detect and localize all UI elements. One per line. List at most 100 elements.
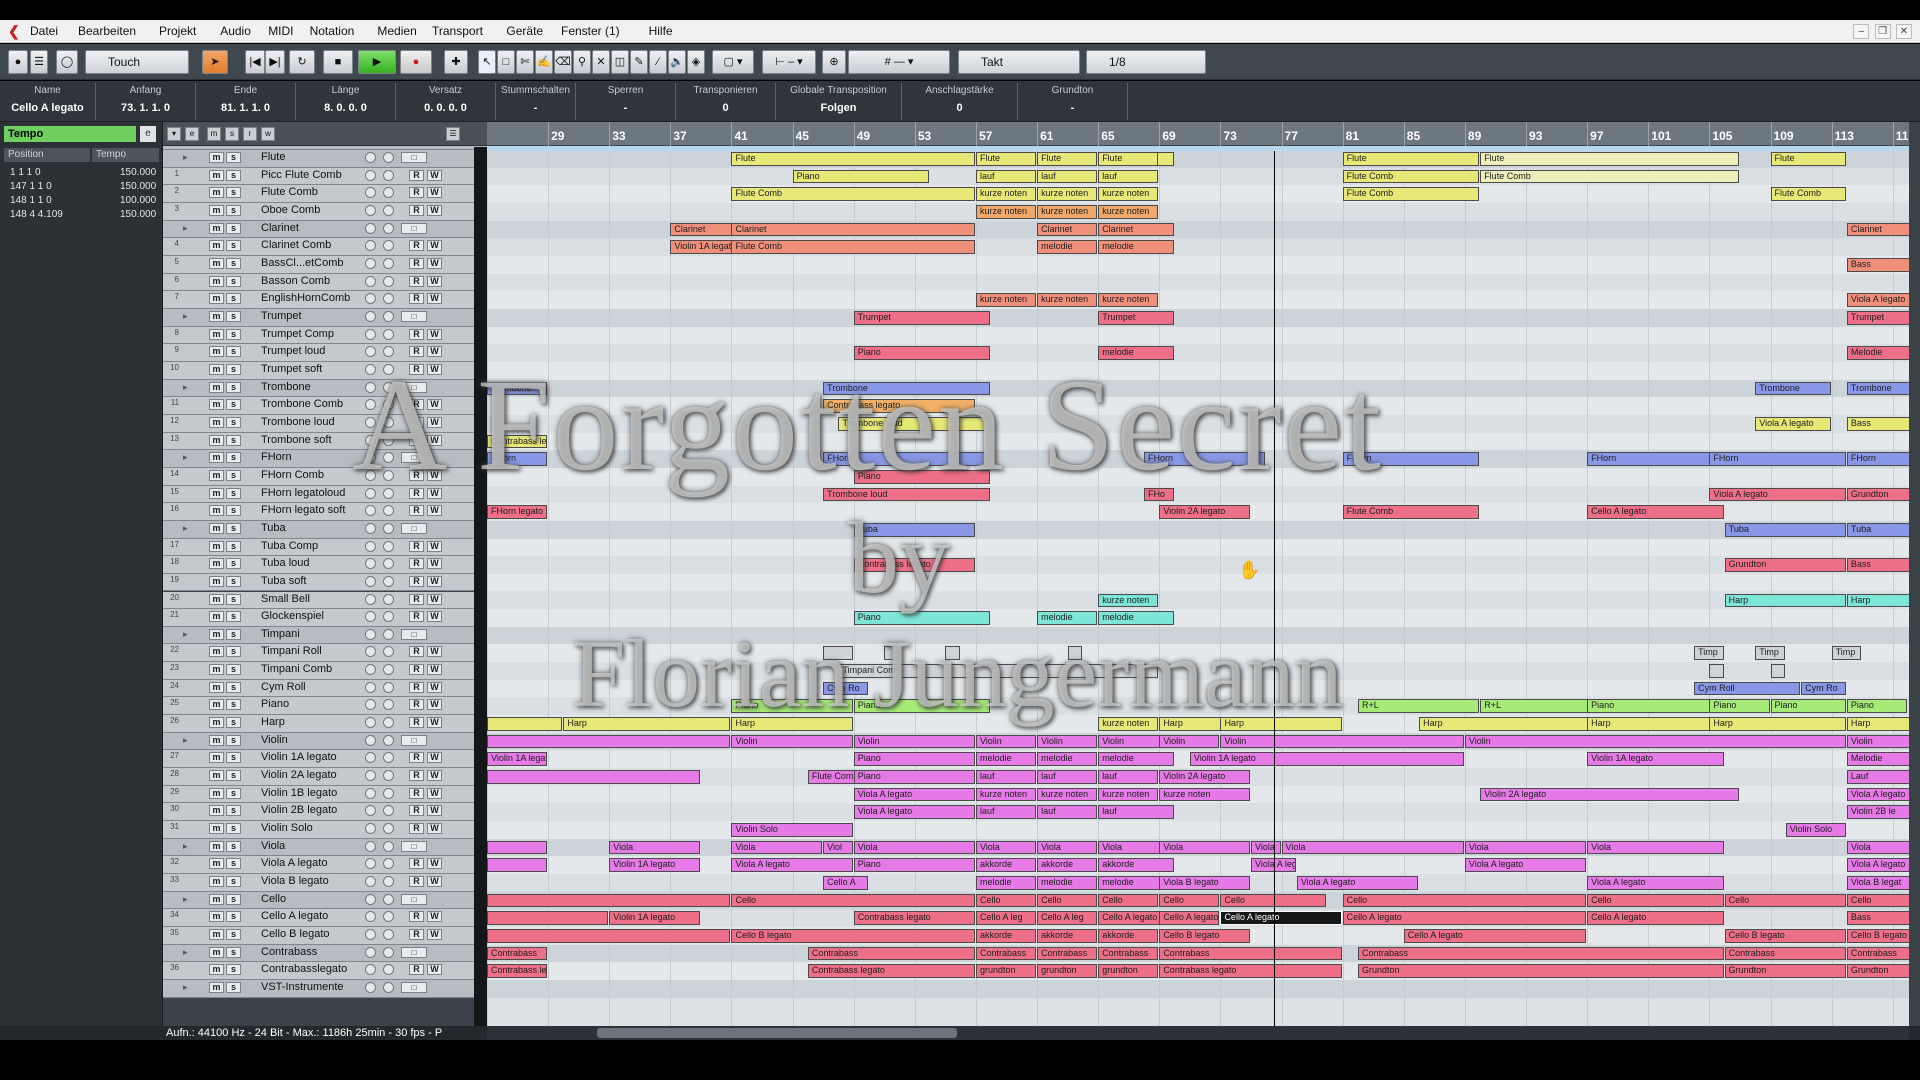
midi-part[interactable]: Flute Comb xyxy=(1342,505,1480,519)
info-field[interactable]: Anschlagstärke 0 xyxy=(902,83,1018,120)
track-lane[interactable] xyxy=(487,980,1909,998)
midi-part[interactable] xyxy=(487,911,609,926)
midi-part[interactable]: kurze noten xyxy=(1037,204,1098,219)
track-row[interactable]: 32 m s Viola A legato R W xyxy=(163,856,487,875)
folder-view-icon[interactable]: □ xyxy=(401,381,427,393)
midi-part[interactable]: Cello B legato xyxy=(1846,929,1909,943)
mute-button[interactable]: m xyxy=(209,752,224,764)
track-lane[interactable] xyxy=(487,326,1909,345)
info-value[interactable]: Folgen xyxy=(776,99,901,117)
write-automation-button[interactable]: W xyxy=(427,717,442,729)
read-automation-button[interactable]: R xyxy=(409,275,424,287)
solo-button[interactable]: s xyxy=(226,805,241,817)
midi-part[interactable]: Viola A legato xyxy=(1709,487,1846,502)
midi-part[interactable]: Violin 2A legato xyxy=(1159,505,1250,519)
read-automation-button[interactable]: R xyxy=(409,787,424,799)
midi-part[interactable]: Contrabass xyxy=(487,946,548,961)
solo-button[interactable]: s xyxy=(226,752,241,764)
solo-button[interactable]: s xyxy=(226,734,241,746)
write-automation-button[interactable]: W xyxy=(427,540,442,552)
solo-button[interactable]: s xyxy=(226,187,241,199)
track-lane[interactable] xyxy=(487,626,1909,645)
midi-part[interactable]: Viola xyxy=(1251,840,1281,855)
midi-part[interactable]: Contrabass legato xyxy=(807,964,975,979)
write-automation-button[interactable]: W xyxy=(427,399,442,411)
track-row[interactable]: ▸ m s Clarinet □ xyxy=(163,220,487,239)
mute-button[interactable]: m xyxy=(209,611,224,623)
midi-part[interactable]: melodie xyxy=(1037,240,1098,254)
mute-button[interactable]: m xyxy=(209,505,224,517)
read-automation-button[interactable]: R xyxy=(409,204,424,216)
line-tool-icon[interactable]: ∕ xyxy=(649,50,667,74)
write-automation-button[interactable]: W xyxy=(427,858,442,870)
solo-button[interactable]: s xyxy=(226,469,241,481)
monitor-icon[interactable] xyxy=(383,416,394,428)
info-field[interactable]: Sperren - xyxy=(576,83,676,120)
read-automation-button[interactable]: R xyxy=(409,858,424,870)
midi-part[interactable]: melodie xyxy=(975,876,1037,890)
info-field[interactable]: Globale Transposition Folgen xyxy=(776,83,902,120)
track-row[interactable]: 24 m s Cym Roll R W xyxy=(163,679,487,698)
mute-all-icon[interactable]: m xyxy=(207,127,221,141)
mute-button[interactable]: m xyxy=(209,204,224,216)
track-lane[interactable] xyxy=(487,379,1909,398)
folder-view-icon[interactable]: □ xyxy=(401,946,427,958)
midi-part[interactable]: akkorde xyxy=(975,929,1037,943)
read-automation-button[interactable]: R xyxy=(409,363,424,375)
monitor-icon[interactable] xyxy=(383,787,394,799)
info-value[interactable]: Cello A legato xyxy=(0,99,95,117)
midi-part[interactable]: Violin 1A legato xyxy=(609,858,700,873)
midi-part[interactable]: Clarinet xyxy=(1037,222,1098,237)
midi-part[interactable]: Viola A legato xyxy=(1846,293,1909,307)
read-automation-button[interactable]: R xyxy=(409,399,424,411)
track-row[interactable]: 8 m s Trumpet Comp R W xyxy=(163,326,487,345)
midi-part[interactable]: Flute Comb xyxy=(1342,169,1480,184)
midi-part[interactable]: Viola xyxy=(1037,840,1098,855)
menu-item[interactable]: Transport xyxy=(432,24,483,38)
midi-part[interactable]: Viola A legato xyxy=(1296,876,1419,890)
midi-part[interactable]: Cello B legato xyxy=(1159,929,1250,943)
midi-part[interactable]: Grundton xyxy=(1846,487,1909,502)
quantize-select[interactable]: 1/8 xyxy=(1086,50,1206,74)
read-automation-button[interactable]: R xyxy=(409,187,424,199)
track-lane[interactable] xyxy=(487,520,1909,539)
menu-item[interactable]: Medien xyxy=(377,24,416,38)
mute-button[interactable]: m xyxy=(209,346,224,358)
info-value[interactable]: - xyxy=(576,99,675,117)
mute-button[interactable]: m xyxy=(209,381,224,393)
midi-part[interactable] xyxy=(487,770,700,784)
midi-part[interactable] xyxy=(1770,664,1785,678)
mute-button[interactable]: m xyxy=(209,363,224,375)
tempo-event-row[interactable]: 1 1 1 0 150.000 xyxy=(4,166,159,180)
midi-part[interactable]: Trombone loud xyxy=(838,416,991,431)
midi-part[interactable]: Flute xyxy=(731,152,975,166)
record-enable-icon[interactable] xyxy=(365,787,376,799)
track-lane[interactable] xyxy=(487,291,1909,309)
folder-view-icon[interactable]: □ xyxy=(401,310,427,322)
mute-button[interactable]: m xyxy=(209,770,224,782)
midi-part[interactable]: kurze noten xyxy=(975,187,1037,201)
record-enable-icon[interactable] xyxy=(365,946,376,958)
read-automation-button[interactable]: R xyxy=(409,664,424,676)
midi-part[interactable]: lauf xyxy=(1098,805,1174,820)
midi-part[interactable]: kurze noten xyxy=(1098,187,1159,201)
track-row[interactable]: 30 m s Violin 2B legato R W xyxy=(163,803,487,822)
track-row[interactable]: 27 m s Violin 1A legato R W xyxy=(163,750,487,769)
midi-part[interactable]: akkorde xyxy=(1037,858,1098,873)
object-select-tool-icon[interactable]: ↖ xyxy=(478,50,496,74)
info-value[interactable]: - xyxy=(1018,99,1127,117)
mute-button[interactable]: m xyxy=(209,310,224,322)
monitor-icon[interactable] xyxy=(383,893,394,905)
monitor-icon[interactable] xyxy=(383,946,394,958)
record-enable-icon[interactable] xyxy=(365,982,376,994)
folder-icon[interactable]: ▸ xyxy=(183,894,197,905)
midi-part[interactable]: Violin 1A legato xyxy=(1587,752,1724,767)
solo-button[interactable]: s xyxy=(226,328,241,340)
vertical-scrollbar[interactable] xyxy=(1909,122,1920,1026)
midi-part[interactable]: melodie xyxy=(1098,240,1174,254)
solo-button[interactable]: s xyxy=(226,505,241,517)
track-lane[interactable] xyxy=(487,273,1909,292)
midi-part[interactable]: kurze noten xyxy=(975,204,1037,219)
read-automation-button[interactable]: R xyxy=(409,805,424,817)
track-settings-icon[interactable]: ☰ xyxy=(446,127,460,141)
